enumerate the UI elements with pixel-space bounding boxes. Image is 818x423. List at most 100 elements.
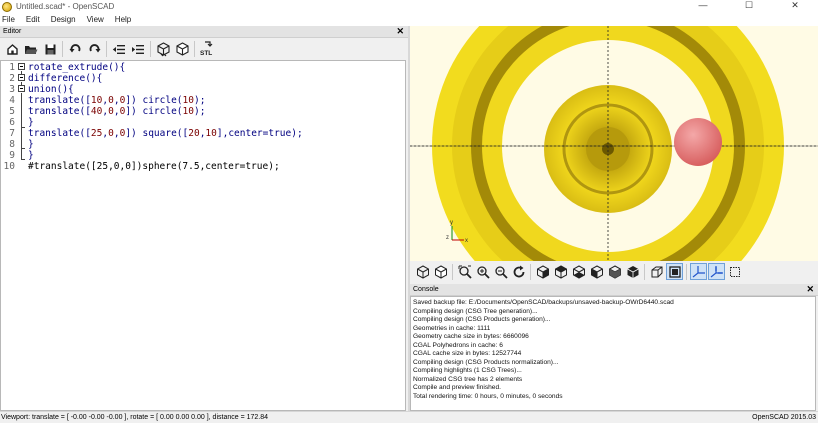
code-token: union(){ — [28, 84, 74, 95]
zoom-all-icon[interactable] — [456, 263, 473, 280]
code-line[interactable]: 5 translate([40,0,0]) circle(10); — [1, 106, 405, 117]
3d-viewport[interactable]: z y x — [410, 26, 818, 261]
code-line[interactable]: 9} — [1, 150, 405, 161]
code-token: 10 — [205, 128, 217, 139]
console-line: Geometries in cache: 1111 — [413, 324, 491, 332]
console-line: Compiling design (CSG Tree generation)..… — [413, 307, 538, 315]
unindent-icon[interactable] — [110, 40, 128, 58]
view-bottom-icon[interactable] — [570, 263, 587, 280]
view-top-icon[interactable] — [552, 263, 569, 280]
preview-icon[interactable] — [154, 40, 172, 58]
editor-panel: Editor ✕ STL 1 rotate_extrude(){2 diffe… — [0, 26, 408, 411]
code-line[interactable]: 10 #translate([25,0,0])sphere(7.5,center=… — [1, 161, 405, 172]
code-line[interactable]: 3 union(){ — [1, 84, 405, 95]
view-left-icon[interactable] — [588, 263, 605, 280]
editor-title: Editor — [3, 28, 22, 35]
code-line[interactable]: 2 difference(){ — [1, 73, 405, 84]
code-token: 25 — [90, 128, 103, 139]
toolbar-separator — [62, 41, 63, 57]
undo-icon[interactable] — [66, 40, 84, 58]
code-token: 20 — [188, 128, 200, 139]
menu-bar: File Edit Design View Help — [0, 13, 818, 26]
code-token: translate([ — [28, 95, 91, 106]
axis-indicator-y-label: y — [450, 220, 453, 226]
line-number: 10 — [3, 161, 15, 172]
export-stl-icon[interactable]: STL — [198, 40, 216, 58]
console-line: Total rendering time: 0 hours, 0 minutes… — [413, 392, 563, 400]
code-text: translate([25,0,0]) square([20,10],cente… — [28, 128, 303, 139]
render-icon[interactable] — [173, 40, 191, 58]
line-number: 4 — [9, 95, 15, 106]
zoom-out-icon[interactable] — [492, 263, 509, 280]
view-surfaces-icon[interactable] — [432, 263, 449, 280]
code-text: difference(){ — [28, 73, 102, 84]
toolbar-separator — [452, 263, 453, 280]
code-token: ]) square([ — [125, 128, 189, 139]
code-token: difference(){ — [28, 73, 103, 84]
console-line: CGAL Polyhedrons in cache: 6 — [413, 341, 503, 349]
toolbar-separator — [150, 41, 151, 57]
highlighted-sphere — [674, 118, 722, 166]
perspective-icon[interactable] — [648, 263, 665, 280]
save-icon[interactable] — [41, 40, 59, 58]
code-line[interactable]: 8} — [1, 139, 405, 150]
console-line: CGAL cache size in bytes: 12527744 — [413, 350, 522, 357]
view-right-icon[interactable] — [534, 263, 551, 280]
reset-view-icon[interactable] — [510, 263, 527, 280]
code-text: } — [28, 150, 34, 161]
openscad-logo-icon — [2, 1, 12, 12]
console-close-button[interactable]: ✕ — [806, 284, 814, 295]
new-icon[interactable] — [3, 40, 21, 58]
minimize-button[interactable]: — — [680, 0, 726, 13]
version-label: OpenSCAD 2015.03 — [752, 414, 816, 421]
code-line[interactable]: 6} — [1, 117, 405, 128]
console-line: Compiling design (CSG Products generatio… — [413, 316, 551, 323]
code-line[interactable]: 4 translate([10,0,0]) circle(10); — [1, 95, 405, 106]
editor-close-button[interactable]: ✕ — [396, 26, 404, 37]
code-token: } — [28, 117, 34, 128]
zoom-in-icon[interactable] — [474, 263, 491, 280]
code-editor[interactable]: 1 rotate_extrude(){2 difference(){3 union()… — [0, 60, 406, 411]
open-icon[interactable] — [22, 40, 40, 58]
console-panel: Console ✕ Saved backup file: E:/Document… — [410, 284, 818, 411]
code-text: union(){ — [28, 84, 74, 95]
view-back-icon[interactable] — [624, 263, 641, 280]
indent-icon[interactable] — [129, 40, 147, 58]
show-axes-icon[interactable] — [690, 263, 707, 280]
code-text: rotate_extrude(){ — [28, 62, 125, 73]
code-token: ]) circle( — [125, 106, 183, 117]
view-front-icon[interactable] — [606, 263, 623, 280]
menu-help[interactable]: Help — [115, 15, 131, 24]
scale-markers-icon[interactable] — [708, 263, 725, 280]
inner-disc-core — [602, 143, 614, 155]
line-number: 6 — [9, 117, 15, 128]
window-title: Untitled.scad* - OpenSCAD — [16, 2, 115, 11]
close-button[interactable]: ✕ — [772, 0, 818, 13]
menu-design[interactable]: Design — [51, 15, 76, 24]
console-output[interactable]: Saved backup file: E:/Documents/OpenSCAD… — [410, 296, 816, 411]
code-token: 10 — [182, 106, 194, 117]
console-dock-title: Console ✕ — [410, 284, 818, 296]
code-token: 10 — [90, 95, 103, 106]
show-edges-icon[interactable] — [726, 263, 743, 280]
view-preview-icon[interactable] — [414, 263, 431, 280]
status-bar: Viewport: translate = [ -0.00 -0.00 -0.0… — [0, 411, 818, 423]
code-line[interactable]: 7 translate([25,0,0]) square([20,10],cent… — [1, 128, 405, 139]
menu-file[interactable]: File — [2, 15, 15, 24]
line-number: 5 — [9, 106, 15, 117]
line-number: 9 — [9, 150, 15, 161]
view-toolbar — [410, 261, 818, 282]
code-token: ],center= — [216, 128, 269, 139]
code-text: #translate([25,0,0])sphere(7.5,center=tr… — [28, 161, 280, 172]
axis-indicator-z-label: z — [446, 235, 449, 241]
redo-icon[interactable] — [85, 40, 103, 58]
menu-view[interactable]: View — [87, 15, 104, 24]
code-token: #translate([25,0,0])sphere(7.5,center=tr… — [28, 161, 280, 172]
maximize-button[interactable]: ☐ — [726, 0, 772, 13]
code-token: ); — [291, 128, 303, 139]
menu-edit[interactable]: Edit — [26, 15, 40, 24]
code-line[interactable]: 1 rotate_extrude(){ — [1, 62, 405, 73]
code-token: 10 — [182, 95, 194, 106]
code-token: translate([ — [28, 106, 91, 117]
orthogonal-icon[interactable] — [666, 263, 683, 280]
